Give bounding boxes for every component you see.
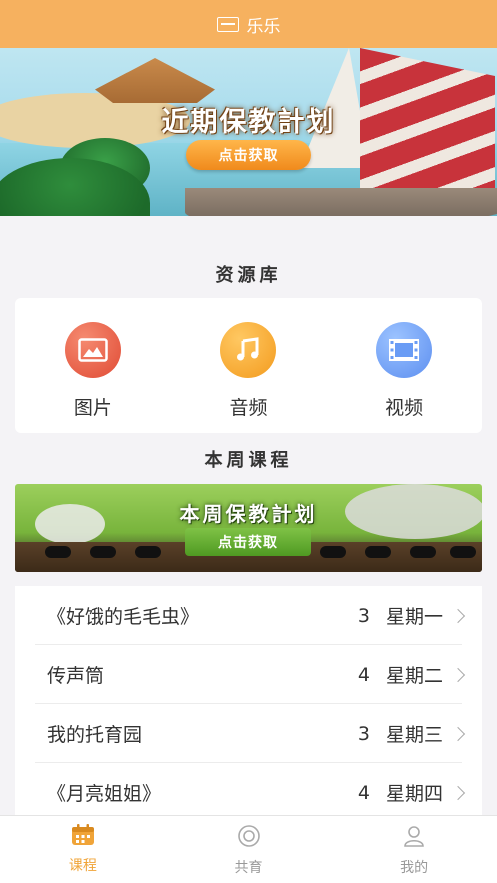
course-row[interactable]: 《好饿的毛毛虫》 3 星期一 — [15, 586, 482, 645]
course-name: 《好饿的毛毛虫》 — [47, 606, 200, 628]
chevron-right-icon — [450, 785, 466, 800]
course-row[interactable]: 我的托育园 3 星期三 — [15, 704, 482, 763]
resource-label: 音频 — [229, 397, 268, 419]
hero-banner[interactable]: 近期保教計划 点击获取 — [0, 48, 497, 216]
ant-figure — [90, 546, 116, 558]
course-count: 3 — [357, 722, 370, 745]
ant-figure — [410, 546, 436, 558]
course-count: 3 — [357, 604, 370, 627]
book-icon — [216, 16, 239, 32]
course-name: 传声筒 — [47, 665, 105, 687]
course-name: 《月亮姐姐》 — [47, 783, 162, 805]
ant-figure — [45, 546, 71, 558]
bottom-nav: 课程 共育 我的 — [0, 815, 497, 883]
banner-boat — [185, 188, 497, 216]
nav-item-courses[interactable]: 课程 — [0, 816, 166, 883]
circle-icon — [237, 824, 261, 852]
user-icon — [402, 824, 426, 852]
resource-item-audio[interactable]: 音频 — [188, 322, 308, 420]
course-day: 星期三 — [385, 724, 443, 746]
chevron-right-icon — [450, 726, 466, 741]
hero-title: 近期保教計划 — [161, 107, 336, 138]
chevron-right-icon — [450, 667, 466, 682]
weekly-banner[interactable]: 本周保教計划 点击获取 — [15, 484, 482, 572]
weekly-banner-title: 本周保教計划 — [179, 502, 318, 526]
ant-figure — [365, 546, 391, 558]
weekly-title: 本周课程 — [204, 450, 293, 471]
hero-get-button[interactable]: 点击获取 — [186, 140, 311, 170]
nav-item-coeducation[interactable]: 共育 — [166, 816, 332, 883]
app-title: 乐乐 — [246, 16, 281, 37]
resource-item-image[interactable]: 图片 — [33, 322, 153, 420]
music-note-icon — [220, 322, 277, 378]
course-name: 我的托育园 — [47, 724, 143, 746]
course-count: 4 — [357, 663, 370, 686]
image-icon — [64, 322, 121, 378]
course-count: 4 — [357, 781, 370, 804]
app-header: 乐乐 — [0, 0, 497, 48]
ant-figure — [135, 546, 161, 558]
film-icon — [376, 322, 433, 378]
banner-hut — [95, 58, 215, 103]
resources-title: 资源库 — [215, 265, 282, 286]
resource-item-video[interactable]: 视频 — [344, 322, 464, 420]
course-row[interactable]: 传声筒 4 星期二 — [15, 645, 482, 704]
nav-label: 共育 — [234, 860, 263, 876]
course-day: 星期二 — [385, 665, 443, 687]
resource-card: 图片 音频 视频 — [15, 298, 482, 433]
weekly-get-button[interactable]: 点击获取 — [185, 528, 311, 556]
course-list: 《好饿的毛毛虫》 3 星期一 传声筒 4 星期二 我的托育园 3 星期三 《月亮… — [15, 586, 482, 815]
ant-figure — [450, 546, 476, 558]
nav-item-mine[interactable]: 我的 — [331, 816, 497, 883]
nav-label: 我的 — [400, 860, 429, 876]
course-row[interactable]: 《月亮姐姐》 4 星期四 — [15, 763, 482, 815]
resource-label: 视频 — [385, 397, 424, 419]
resource-label: 图片 — [73, 397, 112, 419]
course-day: 星期四 — [385, 783, 443, 805]
chevron-right-icon — [450, 608, 466, 623]
nav-label: 课程 — [68, 858, 97, 874]
calendar-icon — [71, 824, 95, 850]
course-day: 星期一 — [385, 606, 443, 628]
ant-figure — [320, 546, 346, 558]
